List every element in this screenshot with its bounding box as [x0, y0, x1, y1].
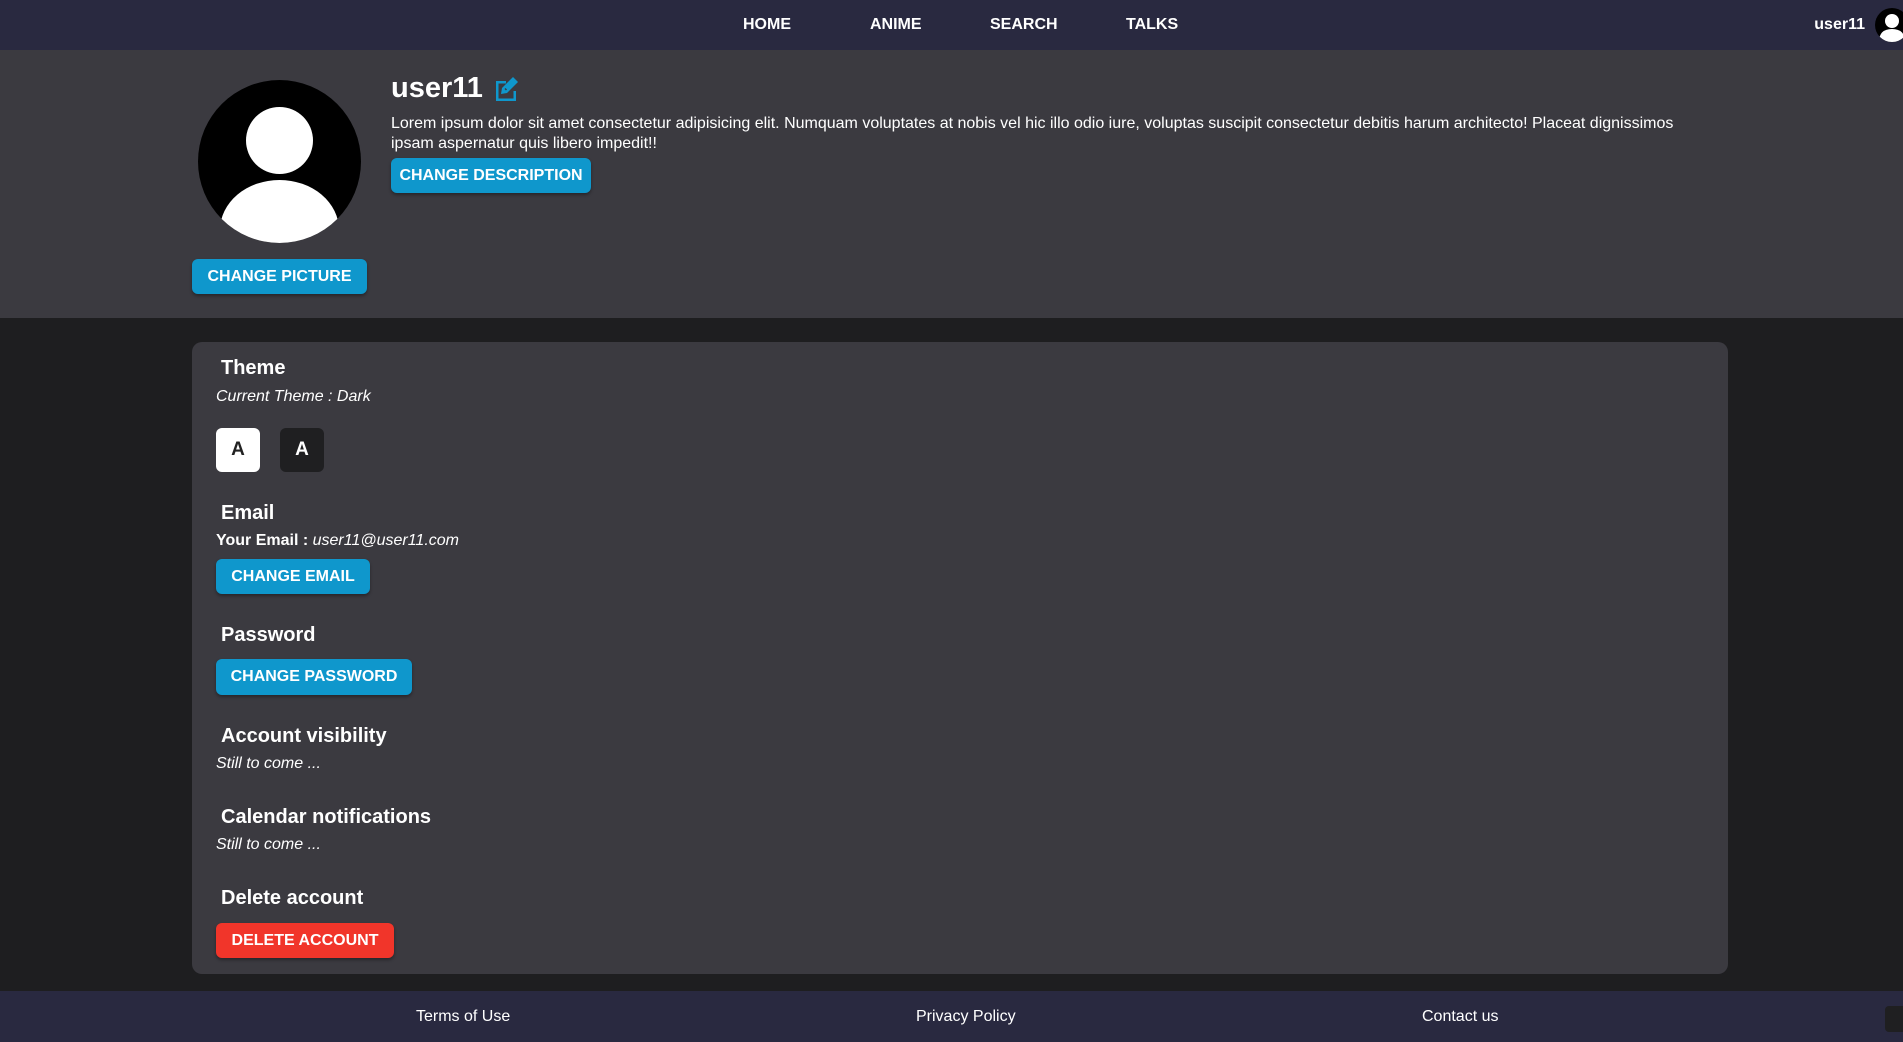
delete-account-title: Delete account [221, 887, 364, 909]
nav-link-talks[interactable]: TALKS [1126, 0, 1178, 50]
profile-username: user11 [391, 72, 483, 104]
account-visibility-status: Still to come ... [216, 755, 321, 772]
footer-link-privacy[interactable]: Privacy Policy [916, 991, 1016, 1042]
settings-card: Theme Current Theme : Dark A A Email You… [192, 342, 1728, 974]
nav-username[interactable]: user11 [1814, 16, 1865, 34]
password-title: Password [221, 624, 316, 646]
email-value: user11@user11.com [312, 532, 459, 549]
profile-username-row: user11 [391, 72, 521, 105]
change-password-button[interactable]: CHANGE PASSWORD [216, 659, 412, 695]
profile-description: Lorem ipsum dolor sit amet consectetur a… [391, 115, 1674, 152]
change-description-button[interactable]: CHANGE DESCRIPTION [391, 158, 591, 193]
nav-link-home[interactable]: HOME [743, 0, 791, 50]
nav-link-anime[interactable]: ANIME [870, 0, 922, 50]
change-picture-button[interactable]: CHANGE PICTURE [192, 259, 367, 294]
delete-account-button[interactable]: DELETE ACCOUNT [216, 923, 394, 958]
email-line: Your Email : user11@user11.com [216, 532, 459, 550]
edit-icon[interactable] [491, 74, 521, 104]
calendar-notifications-status: Still to come ... [216, 836, 321, 853]
change-email-button[interactable]: CHANGE EMAIL [216, 559, 370, 594]
email-label: Your Email : [216, 532, 313, 549]
footer-link-contact[interactable]: Contact us [1422, 991, 1498, 1042]
current-theme-text: Current Theme : Dark [216, 388, 371, 405]
top-navbar: HOME ANIME SEARCH TALKS user11 [0, 0, 1903, 50]
light-theme-button[interactable]: A [216, 428, 260, 472]
email-title: Email [221, 502, 275, 524]
footer-link-terms[interactable]: Terms of Use [416, 991, 510, 1042]
user-menu[interactable]: user11 [1814, 0, 1903, 50]
profile-avatar-icon [198, 80, 361, 243]
nav-link-search[interactable]: SEARCH [990, 0, 1058, 50]
profile-header: CHANGE PICTURE user11 Lorem ipsum dolor … [0, 50, 1903, 318]
corner-widget-icon[interactable] [1885, 1006, 1903, 1032]
theme-title: Theme [221, 357, 286, 379]
user-avatar-icon[interactable] [1875, 8, 1903, 42]
calendar-notifications-title: Calendar notifications [221, 806, 432, 828]
account-visibility-title: Account visibility [221, 725, 387, 747]
footer: Terms of Use Privacy Policy Contact us [0, 991, 1903, 1042]
dark-theme-button[interactable]: A [280, 428, 324, 472]
